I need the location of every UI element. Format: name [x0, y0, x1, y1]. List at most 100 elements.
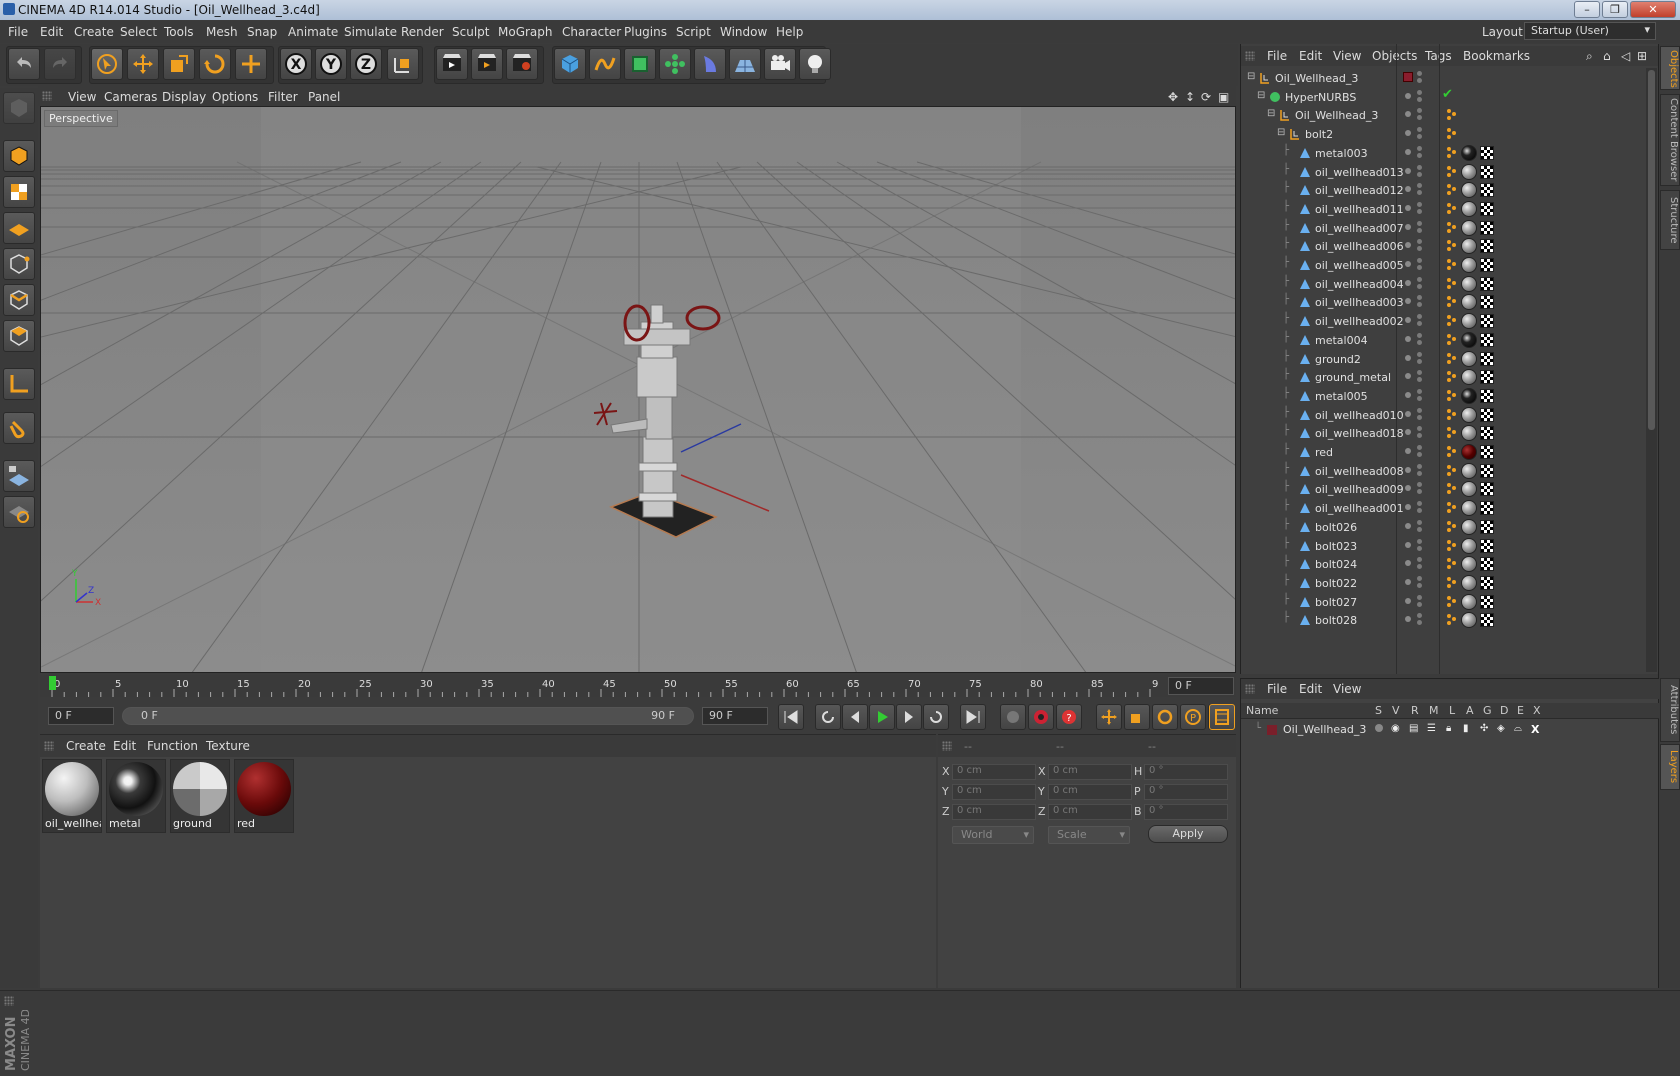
object-row[interactable]: ├ oil_wellhead008: [1241, 461, 1646, 481]
object-name[interactable]: oil_wellhead018: [1315, 427, 1404, 440]
object-row[interactable]: ├ bolt028: [1241, 610, 1646, 630]
key-position-icon[interactable]: [1096, 704, 1122, 730]
key-scale-icon[interactable]: [1124, 704, 1150, 730]
keyframe-selection-icon[interactable]: ?: [1056, 704, 1082, 730]
material-tag-icon[interactable]: [1461, 556, 1477, 573]
layer-color-icon[interactable]: [1403, 72, 1413, 82]
visibility-dots[interactable]: [1403, 407, 1423, 422]
editor-visibility-dot[interactable]: [1405, 298, 1411, 305]
coordinate-mode-select[interactable]: World ▾: [952, 826, 1034, 844]
viewport-menu-panel[interactable]: Panel: [308, 90, 340, 104]
uvw-tag-icon[interactable]: [1480, 332, 1494, 347]
phong-tag-icon[interactable]: [1446, 352, 1458, 364]
object-name[interactable]: oil_wellhead002: [1315, 315, 1404, 328]
panel-grip[interactable]: [1245, 684, 1255, 694]
material-tag-icon[interactable]: [1461, 369, 1477, 386]
editor-visibility-dot[interactable]: [1405, 223, 1411, 230]
phong-tag-icon[interactable]: [1446, 501, 1458, 514]
object-name[interactable]: oil_wellhead013: [1315, 166, 1404, 179]
autokey-icon[interactable]: [1028, 704, 1054, 730]
object-row[interactable]: ⊟ bolt2: [1241, 124, 1646, 144]
object-name[interactable]: Oil_Wellhead_3: [1275, 72, 1358, 85]
editor-vis-dot[interactable]: [1417, 258, 1422, 263]
home-icon[interactable]: ⌂: [1603, 49, 1611, 63]
object-row[interactable]: ⊟ Oil_Wellhead_3: [1241, 68, 1646, 88]
visibility-dots[interactable]: [1403, 519, 1423, 534]
editor-visibility-dot[interactable]: [1405, 522, 1411, 529]
new-panel-icon[interactable]: ⊞: [1637, 49, 1647, 63]
redo-icon[interactable]: [44, 48, 76, 80]
model-mode-icon[interactable]: [3, 140, 35, 172]
pos-x-field[interactable]: 0 cm: [952, 764, 1036, 780]
expand-toggle-icon[interactable]: ⊟: [1247, 71, 1255, 82]
column-animation[interactable]: A: [1466, 704, 1474, 717]
phong-tag-icon[interactable]: [1446, 482, 1458, 495]
uvw-tag-icon[interactable]: [1480, 183, 1494, 198]
render-vis-dot[interactable]: [1417, 452, 1422, 457]
texture-mode-icon[interactable]: [3, 176, 35, 208]
render-vis-dot[interactable]: [1417, 601, 1422, 607]
render-vis-dot[interactable]: [1417, 227, 1422, 233]
size-x-field[interactable]: 0 cm: [1048, 764, 1132, 780]
object-scrollbar[interactable]: [1646, 68, 1657, 672]
visibility-dots[interactable]: [1403, 332, 1423, 347]
close-button[interactable]: ✕: [1630, 1, 1676, 18]
coordinate-system-icon[interactable]: [387, 48, 419, 80]
visibility-dots[interactable]: [1403, 220, 1423, 235]
material-tag-icon[interactable]: [1461, 163, 1477, 180]
uvw-tag-icon[interactable]: [1480, 426, 1494, 441]
render-vis-dot[interactable]: [1417, 508, 1422, 514]
render-view-icon[interactable]: [436, 48, 468, 80]
render-vis-dot[interactable]: [1417, 377, 1422, 383]
editor-visibility-dot[interactable]: [1405, 354, 1411, 361]
column-expressions[interactable]: E: [1517, 704, 1524, 717]
phong-tag-icon[interactable]: [1446, 426, 1458, 439]
editor-vis-dot[interactable]: [1417, 201, 1422, 207]
render-vis-dot[interactable]: [1417, 620, 1422, 626]
object-row[interactable]: ├ oil_wellhead002: [1241, 311, 1646, 331]
timeline-ruler[interactable]: 051015202530354045505560657075808590 0 F: [40, 675, 1236, 697]
menu-help[interactable]: Help: [776, 25, 803, 39]
visibility-dots[interactable]: [1403, 89, 1423, 104]
uvw-tag-icon[interactable]: [1480, 519, 1494, 534]
play-icon[interactable]: [869, 704, 895, 730]
editor-visibility-dot[interactable]: [1405, 410, 1411, 417]
current-frame-field[interactable]: 0 F: [1168, 677, 1234, 695]
material-tag-icon[interactable]: [1461, 387, 1477, 404]
object-name[interactable]: oil_wellhead006: [1315, 240, 1404, 253]
object-menu-edit[interactable]: Edit: [1299, 49, 1322, 63]
column-xrefs[interactable]: X: [1533, 704, 1541, 717]
phong-tag-icon[interactable]: [1446, 557, 1458, 570]
manager-icon[interactable]: ☰: [1427, 723, 1436, 734]
locked-workplane-icon[interactable]: [3, 496, 35, 528]
column-solo[interactable]: S: [1375, 704, 1382, 717]
render-vis-dot[interactable]: [1417, 302, 1422, 308]
x-axis-icon[interactable]: X: [280, 48, 312, 80]
uvw-tag-icon[interactable]: [1480, 388, 1494, 403]
viewport-menu-filter[interactable]: Filter: [268, 90, 298, 104]
visibility-dots[interactable]: [1403, 445, 1423, 459]
editor-vis-dot[interactable]: [1417, 220, 1422, 226]
visibility-dots[interactable]: [1403, 463, 1423, 478]
editor-vis-dot[interactable]: [1417, 183, 1422, 189]
tweak-mode-icon[interactable]: [3, 412, 35, 444]
recent-tools-icon[interactable]: [235, 48, 267, 80]
object-name[interactable]: Oil_Wellhead_3: [1295, 109, 1378, 122]
visibility-dots[interactable]: [1403, 108, 1423, 122]
material-swatch[interactable]: red: [234, 759, 294, 833]
render-vis-dot[interactable]: [1417, 115, 1422, 121]
uvw-tag-icon[interactable]: [1480, 557, 1494, 572]
render-vis-dot[interactable]: [1417, 246, 1422, 252]
column-manager[interactable]: M: [1429, 704, 1439, 717]
render-vis-dot[interactable]: [1417, 171, 1422, 177]
phong-tag-icon[interactable]: [1446, 108, 1458, 121]
object-row[interactable]: ├ oil_wellhead010: [1241, 405, 1646, 425]
live-selection-icon[interactable]: [91, 48, 123, 80]
uvw-tag-icon[interactable]: [1480, 295, 1494, 310]
object-name[interactable]: ground2: [1315, 353, 1361, 366]
object-row[interactable]: ├ oil_wellhead001: [1241, 498, 1646, 518]
minimize-button[interactable]: –: [1574, 1, 1600, 18]
editor-visibility-dot[interactable]: [1405, 317, 1411, 324]
visibility-dots[interactable]: [1403, 482, 1423, 496]
object-row[interactable]: ├ metal003: [1241, 143, 1646, 163]
